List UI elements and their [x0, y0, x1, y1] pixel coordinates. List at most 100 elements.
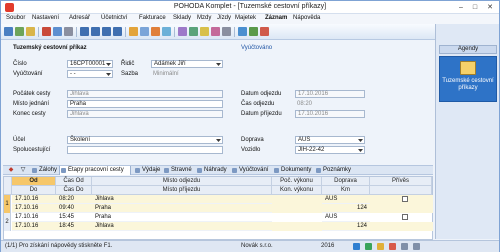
cell-do-date[interactable]: 17.10.16 [12, 222, 56, 231]
tab-vydaje[interactable]: Výdaje [134, 166, 160, 175]
settings-icon[interactable] [222, 27, 231, 36]
column-header-doprava[interactable]: Doprava [322, 177, 370, 186]
column-header-od[interactable]: Od [12, 177, 56, 186]
notification-icon[interactable] [389, 243, 396, 250]
last-record-icon[interactable] [113, 27, 122, 36]
cell-doprava[interactable]: AUS [322, 195, 370, 204]
attachment-icon[interactable] [211, 27, 220, 36]
sort-icon[interactable] [151, 27, 160, 36]
misto-label: Místo jednání [13, 101, 50, 107]
first-record-icon[interactable] [80, 27, 89, 36]
cell-doprava[interactable]: AUS [322, 213, 370, 222]
cislo-field[interactable]: 16CPT00001 [67, 60, 113, 68]
cell-od-date[interactable]: 17.10.16 [12, 213, 56, 222]
doprava-select[interactable]: AUS [295, 136, 365, 144]
cell-do-time[interactable]: 18:45 [56, 222, 92, 231]
new-record-icon[interactable] [4, 27, 13, 36]
menu-sklady[interactable]: Sklady [173, 15, 191, 21]
menu-ucetnictvi[interactable]: Účetnictví [101, 15, 127, 21]
column-header-prives[interactable]: Přívěs [370, 177, 432, 186]
cell-misto-prijezdu[interactable]: Jihlava [92, 222, 272, 231]
cell-km[interactable]: 124 [322, 222, 370, 231]
prives-checkbox[interactable] [402, 196, 408, 202]
filter-icon[interactable] [129, 27, 138, 36]
database-icon[interactable] [353, 243, 360, 250]
menu-zaznam[interactable]: Záznam [265, 15, 287, 21]
menu-mzdy[interactable]: Mzdy [197, 15, 211, 21]
column-header-cas-od[interactable]: Čas Od [56, 177, 92, 186]
close-button[interactable]: ✕ [485, 3, 495, 12]
refresh-icon[interactable] [162, 27, 171, 36]
calculator-icon[interactable] [249, 27, 258, 36]
record-form: Tuzemský cestovní příkaz Vyúčtováno Čísl… [3, 41, 433, 163]
report-icon[interactable] [178, 27, 187, 36]
cell-km[interactable]: 124 [322, 204, 370, 213]
export-icon[interactable] [189, 27, 198, 36]
online-status-icon[interactable] [365, 243, 372, 250]
column-header-misto-odjezdu[interactable]: Místo odjezdu [92, 177, 272, 186]
column-header-do[interactable]: Do [12, 186, 56, 195]
cell-do-time[interactable]: 09:40 [56, 204, 92, 213]
menu-jizdy[interactable]: Jízdy [217, 15, 231, 21]
column-header-kon-vykonu[interactable]: Kon. výkonu [272, 186, 322, 195]
cell-misto-odjezdu[interactable]: Praha [92, 213, 272, 222]
previous-record-icon[interactable] [91, 27, 100, 36]
tab-stravne[interactable]: Stravné [163, 166, 192, 175]
maximize-button[interactable]: □ [470, 3, 480, 12]
menu-fakturace[interactable]: Fakturace [139, 15, 166, 21]
menu-soubor[interactable]: Soubor [6, 15, 25, 21]
cell-misto-prijezdu[interactable]: Praha [92, 204, 272, 213]
menu-nastaveni[interactable]: Nastavení [32, 15, 59, 21]
cell-od-date[interactable]: 17.10.16 [12, 195, 56, 204]
menu-majetek[interactable]: Majetek [235, 15, 256, 21]
window-title: POHODA Komplet - [Tuzemské cestovní přík… [173, 3, 327, 10]
cell-do-date[interactable]: 17.10.16 [12, 204, 56, 213]
print-icon[interactable] [64, 27, 73, 36]
ucel-select[interactable]: Školení [67, 136, 223, 144]
user-icon[interactable] [413, 243, 420, 250]
calendar-icon[interactable] [238, 27, 247, 36]
datum-prijezdu-field[interactable]: 17.10.2016 [295, 110, 365, 118]
datum-odjezdu-field[interactable]: 17.10.2016 [295, 90, 365, 98]
save-icon[interactable] [15, 27, 24, 36]
column-header-km[interactable]: Km [322, 186, 370, 195]
pocatek-field[interactable]: Jihlava [67, 90, 223, 98]
column-header-cas-do[interactable]: Čas Do [56, 186, 92, 195]
pin-icon[interactable]: ◆ [7, 166, 15, 175]
spolucestujici-field[interactable] [67, 146, 223, 154]
next-record-icon[interactable] [102, 27, 111, 36]
cell-misto-odjezdu[interactable]: Jihlava [92, 195, 272, 204]
prives-checkbox[interactable] [402, 214, 408, 220]
cell-od-time[interactable]: 08:20 [56, 195, 92, 204]
tab-zalohy[interactable]: Zálohy [31, 166, 57, 175]
agendy-item-cestovni-prikazy[interactable]: Tuzemské cestovní příkazy [439, 56, 497, 102]
email-icon[interactable] [200, 27, 209, 36]
folder-icon[interactable] [26, 27, 35, 36]
vyuctovani-label: Vyúčtování [13, 71, 43, 77]
column-header-poc-vykonu[interactable]: Poč. výkonu [272, 177, 322, 186]
copy-icon[interactable] [53, 27, 62, 36]
cell-od-time[interactable]: 15:45 [56, 213, 92, 222]
tab-nahrady[interactable]: Náhrady [196, 166, 227, 175]
search-icon[interactable] [140, 27, 149, 36]
misto-field[interactable]: Praha [67, 100, 223, 108]
lock-icon[interactable] [377, 243, 384, 250]
ridic-select[interactable]: Adámek Jiří [151, 60, 223, 68]
tab-poznamky[interactable]: Poznámky [315, 166, 351, 175]
ridic-label: Řidič [121, 61, 135, 67]
menu-napoveda[interactable]: Nápověda [293, 15, 320, 21]
vyuctovani-select[interactable]: - - [67, 70, 113, 78]
tab-vyuctovani[interactable]: Vyúčtování [231, 166, 268, 175]
tab-dokumenty[interactable]: Dokumenty [273, 166, 311, 175]
column-header-misto-prijezdu[interactable]: Místo příjezdu [92, 186, 272, 195]
network-icon[interactable] [401, 243, 408, 250]
company-name: Novák s.r.o. [241, 243, 273, 249]
vozidlo-select[interactable]: JIH-22-42 [295, 146, 365, 154]
help-icon[interactable] [260, 27, 269, 36]
minimize-button[interactable]: – [456, 3, 466, 12]
delete-icon[interactable] [42, 27, 51, 36]
menu-adresar[interactable]: Adresář [69, 15, 90, 21]
konec-field[interactable]: Jihlava [67, 110, 223, 118]
filter-tab-icon[interactable]: ▽ [19, 166, 27, 175]
tab-etapy[interactable]: Etapy pracovní cesty [59, 166, 131, 175]
